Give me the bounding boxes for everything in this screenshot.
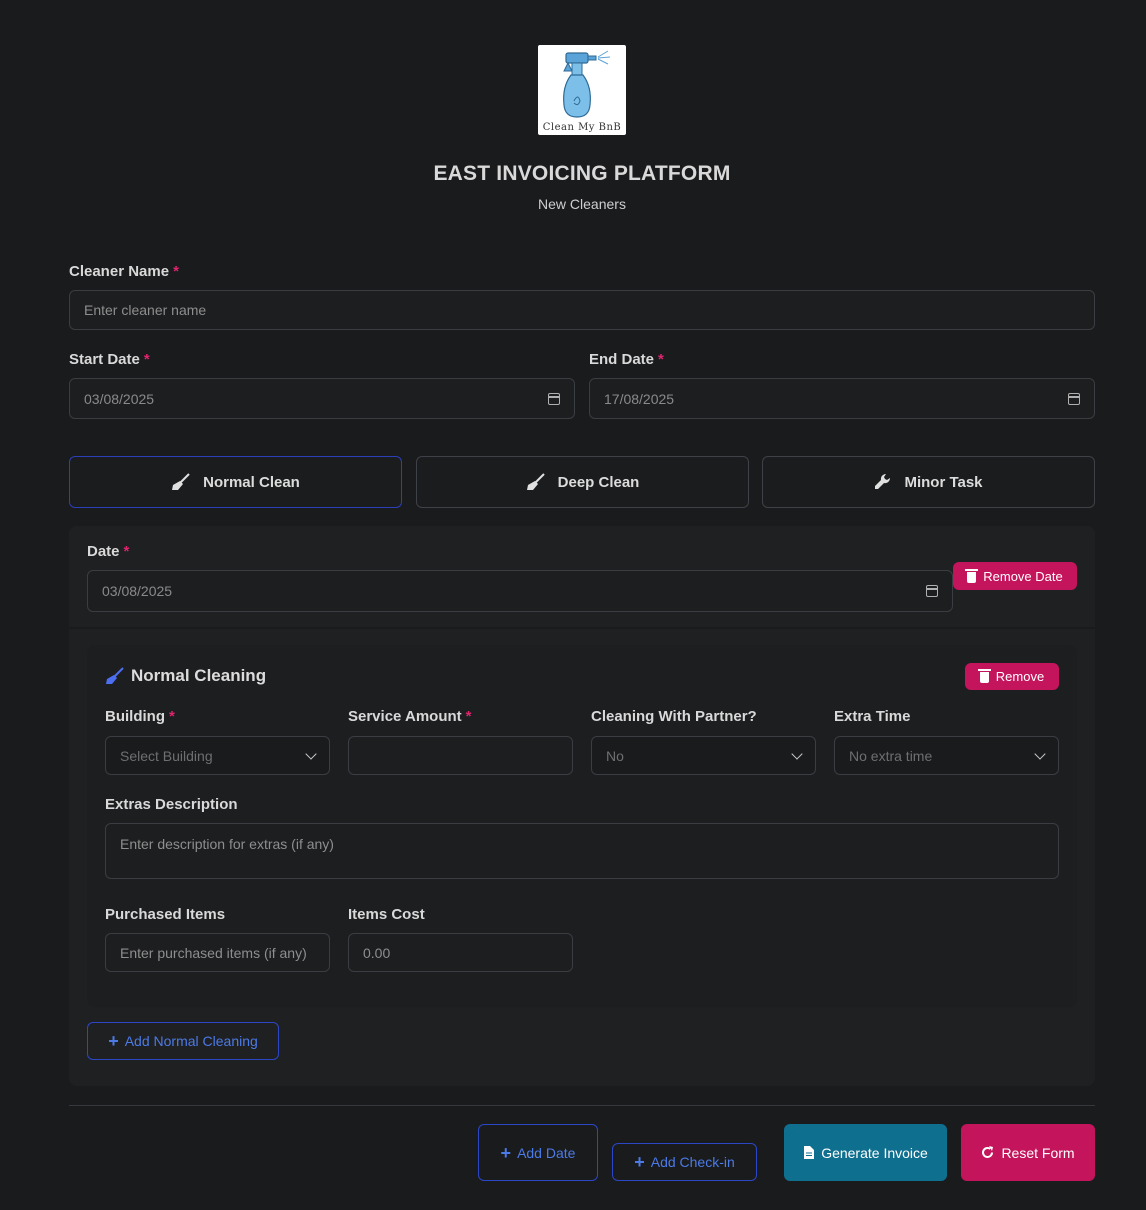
chevron-down-icon [305,747,317,760]
building-label: Building * [105,708,175,725]
document-icon [804,1146,815,1159]
generate-invoice-button[interactable]: Generate Invoice [784,1124,947,1181]
plus-icon: + [108,1031,119,1051]
remove-date-button[interactable]: Remove Date [953,562,1077,590]
page-subtitle: New Cleaners [538,196,626,212]
start-date-label: Start Date * [69,351,150,368]
end-date-input[interactable]: 17/08/2025 [589,378,1095,419]
tab-minor-task[interactable]: Minor Task [762,456,1095,508]
broom-icon [106,667,124,684]
extra-time-select[interactable]: No extra time [834,736,1059,775]
trash-icon [965,568,979,583]
calendar-icon[interactable] [548,392,560,405]
add-date-button[interactable]: + Add Date [478,1124,598,1181]
service-amount-input[interactable] [348,736,573,775]
spray-bottle-icon [563,50,611,118]
extras-description-textarea[interactable]: Enter description for extras (if any) [105,823,1059,879]
add-normal-cleaning-button[interactable]: + Add Normal Cleaning [87,1022,279,1060]
extra-time-label: Extra Time [834,708,911,725]
tab-normal-clean[interactable]: Normal Clean [69,456,402,508]
logo: Clean My BnB [538,45,626,135]
date-input[interactable]: 03/08/2025 [87,570,953,612]
reset-form-button[interactable]: Reset Form [961,1124,1095,1181]
broom-icon [172,473,190,490]
purchased-items-label: Purchased Items [105,906,226,923]
trash-icon [977,669,991,683]
start-date-input[interactable]: 03/08/2025 [69,378,575,419]
date-label: Date * [87,543,130,560]
logo-text: Clean My BnB [542,122,622,133]
service-amount-label: Service Amount * [348,708,472,725]
calendar-icon[interactable] [1068,392,1080,405]
card-title: Normal Cleaning [105,666,266,686]
divider [69,627,1095,629]
page-title: EAST INVOICING PLATFORM [433,162,731,185]
card-title-text: Normal Cleaning [131,666,267,685]
cleaner-name-input[interactable]: Enter cleaner name [69,290,1095,330]
broom-icon [526,473,545,490]
partner-label: Cleaning With Partner? [591,708,757,725]
extras-description-label: Extras Description [105,796,238,813]
plus-icon: + [634,1152,645,1172]
wrench-icon [875,473,891,489]
end-date-label: End Date * [589,351,664,368]
remove-button[interactable]: Remove [965,663,1059,690]
items-cost-label: Items Cost [348,906,425,923]
purchased-items-input[interactable]: Enter purchased items (if any) [105,933,330,972]
plus-icon: + [500,1142,512,1163]
building-select[interactable]: Select Building [105,736,330,775]
cleaner-name-label: Cleaner Name * [69,263,179,280]
footer-divider [69,1105,1095,1106]
partner-select[interactable]: No [591,736,816,775]
chevron-down-icon [791,747,803,760]
add-checkin-button[interactable]: + Add Check-in [612,1143,757,1181]
items-cost-input[interactable]: 0.00 [348,933,573,972]
chevron-down-icon [1034,747,1046,760]
refresh-icon [982,1146,994,1158]
calendar-icon[interactable] [926,585,938,597]
tab-deep-clean[interactable]: Deep Clean [416,456,749,508]
